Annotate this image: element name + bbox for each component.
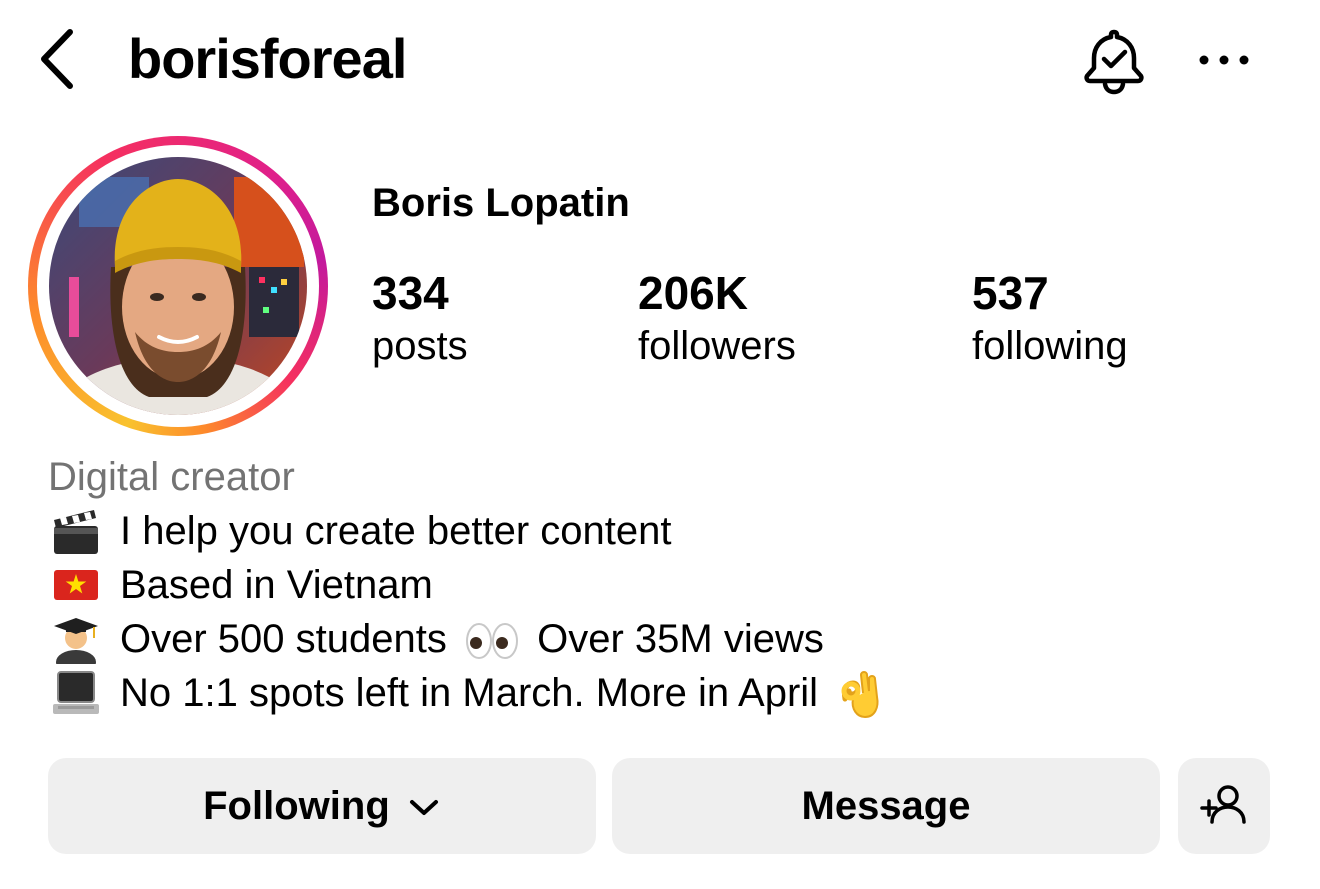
bio-text-line-2: Based in Vietnam <box>120 563 433 607</box>
followers-count: 206K <box>638 267 748 319</box>
student-icon <box>54 618 98 664</box>
following-count: 537 <box>972 267 1049 319</box>
profile-display-name: Boris Lopatin <box>372 181 630 225</box>
clapperboard-icon <box>54 510 98 554</box>
posts-label: posts <box>372 324 468 368</box>
chevron-down-icon <box>409 800 438 816</box>
posts-count: 334 <box>372 267 449 319</box>
back-button[interactable] <box>30 26 86 92</box>
followers-label: followers <box>638 324 796 368</box>
following-button-label: Following <box>203 784 390 828</box>
following-stat[interactable]: 537 following <box>972 266 1128 372</box>
chevron-left-icon <box>41 29 73 89</box>
add-person-icon <box>1200 785 1246 824</box>
followers-stat[interactable]: 206K followers <box>638 266 796 372</box>
message-button[interactable]: Message <box>612 758 1160 854</box>
profile-category: Digital creator <box>48 455 295 499</box>
add-user-button[interactable] <box>1178 758 1270 854</box>
story-ring[interactable] <box>28 136 328 436</box>
bio-text-line-3a: Over 500 students <box>120 617 447 661</box>
avatar <box>49 157 307 415</box>
top-bar: borisforeal <box>0 0 1320 120</box>
vietnam-flag-icon <box>54 570 98 600</box>
eyes-icon <box>465 623 518 660</box>
posts-stat[interactable]: 334 posts <box>372 266 468 372</box>
following-button[interactable]: Following <box>48 758 596 854</box>
notifications-button[interactable] <box>1078 24 1150 96</box>
more-options-button[interactable] <box>1192 40 1256 80</box>
bell-check-icon <box>1084 29 1144 95</box>
more-horizontal-icon <box>1199 55 1249 65</box>
profile-username: borisforeal <box>128 27 407 90</box>
following-label: following <box>972 324 1128 368</box>
bio-text-line-3b: Over 35M views <box>537 617 824 661</box>
bio-text-line-1: I help you create better content <box>120 509 672 553</box>
bio-text-line-4: No 1:1 spots left in March. More in Apri… <box>120 671 819 715</box>
message-button-label: Message <box>801 784 971 828</box>
laptop-icon <box>53 671 99 714</box>
ok-hand-icon <box>841 671 879 719</box>
